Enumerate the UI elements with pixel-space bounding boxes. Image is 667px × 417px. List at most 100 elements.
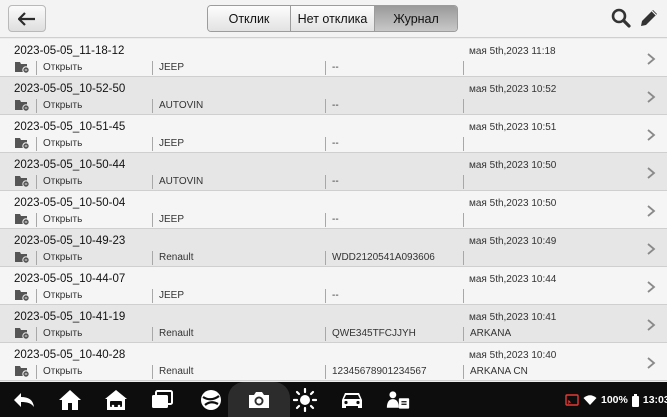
recent-apps-icon[interactable] bbox=[150, 388, 174, 412]
file-record-icon bbox=[15, 138, 30, 150]
car-home-icon[interactable] bbox=[104, 388, 128, 412]
record-title: 2023-05-05_10-41-19 bbox=[14, 311, 126, 323]
record-list: 2023-05-05_11-18-12 мая 5th,2023 11:18 О… bbox=[0, 39, 667, 382]
view-tabs: Отклик Нет отклика Журнал bbox=[207, 5, 458, 32]
file-record-icon bbox=[15, 328, 30, 340]
record-vin: QWE345TFCJJYH bbox=[325, 327, 461, 341]
file-record-icon bbox=[15, 214, 30, 226]
record-title: 2023-05-05_10-49-23 bbox=[14, 235, 126, 247]
open-link[interactable]: Открыть bbox=[36, 137, 150, 151]
open-link[interactable]: Открыть bbox=[36, 365, 150, 379]
tab-no-response[interactable]: Нет отклика bbox=[291, 6, 375, 31]
tab-response[interactable]: Отклик bbox=[208, 6, 291, 31]
cast-icon bbox=[565, 394, 579, 406]
open-link[interactable]: Открыть bbox=[36, 327, 150, 341]
record-brand: AUTOVIN bbox=[152, 175, 322, 189]
chevron-right-icon bbox=[647, 357, 656, 369]
battery-icon bbox=[631, 393, 639, 407]
record-title: 2023-05-05_10-50-04 bbox=[14, 197, 126, 209]
remote-support-icon[interactable] bbox=[386, 388, 410, 412]
record-date: мая 5th,2023 10:40 bbox=[469, 350, 557, 361]
system-navbar: 100% 13:03 bbox=[0, 382, 667, 417]
chevron-right-icon bbox=[647, 281, 656, 293]
record-model bbox=[463, 137, 623, 151]
open-link[interactable]: Открыть bbox=[36, 99, 150, 113]
list-item[interactable]: 2023-05-05_10-40-28 мая 5th,2023 10:40 О… bbox=[0, 343, 667, 381]
record-title: 2023-05-05_11-18-12 bbox=[14, 45, 125, 57]
file-record-icon bbox=[15, 290, 30, 302]
record-model bbox=[463, 289, 623, 303]
record-date: мая 5th,2023 10:44 bbox=[469, 274, 557, 285]
brightness-icon[interactable] bbox=[293, 388, 317, 412]
record-brand: Renault bbox=[152, 327, 322, 341]
vci-car-icon[interactable] bbox=[340, 388, 364, 412]
back-button[interactable] bbox=[8, 5, 46, 32]
chevron-right-icon bbox=[647, 91, 656, 103]
chevron-right-icon bbox=[647, 53, 656, 65]
file-record-icon bbox=[15, 176, 30, 188]
record-brand: JEEP bbox=[152, 61, 322, 75]
record-model bbox=[463, 213, 623, 227]
list-item[interactable]: 2023-05-05_11-18-12 мая 5th,2023 11:18 О… bbox=[0, 39, 667, 77]
record-title: 2023-05-05_10-44-07 bbox=[14, 273, 126, 285]
record-model bbox=[463, 99, 623, 113]
list-item[interactable]: 2023-05-05_10-50-44 мая 5th,2023 10:50 О… bbox=[0, 153, 667, 191]
file-record-icon bbox=[15, 62, 30, 74]
open-link[interactable]: Открыть bbox=[36, 213, 150, 227]
camera-icon[interactable] bbox=[247, 388, 271, 412]
record-title: 2023-05-05_10-50-44 bbox=[14, 159, 126, 171]
record-title: 2023-05-05_10-40-28 bbox=[14, 349, 126, 361]
record-model: ARKANA bbox=[463, 327, 623, 341]
record-date: мая 5th,2023 10:50 bbox=[469, 198, 557, 209]
chevron-right-icon bbox=[647, 319, 656, 331]
record-brand: AUTOVIN bbox=[152, 99, 322, 113]
file-record-icon bbox=[15, 100, 30, 112]
record-date: мая 5th,2023 11:18 bbox=[469, 46, 556, 57]
file-record-icon bbox=[15, 366, 30, 378]
browser-icon[interactable] bbox=[199, 388, 223, 412]
open-link[interactable]: Открыть bbox=[36, 289, 150, 303]
record-model bbox=[463, 175, 623, 189]
list-item[interactable]: 2023-05-05_10-49-23 мая 5th,2023 10:49 О… bbox=[0, 229, 667, 267]
record-date: мая 5th,2023 10:50 bbox=[469, 160, 557, 171]
record-title: 2023-05-05_10-51-45 bbox=[14, 121, 126, 133]
tab-log[interactable]: Журнал bbox=[375, 6, 457, 31]
record-vin: -- bbox=[325, 213, 461, 227]
record-vin: WDD2120541A093606 bbox=[325, 251, 461, 265]
back-arrow-icon bbox=[18, 11, 35, 26]
record-model bbox=[463, 61, 623, 75]
file-record-icon bbox=[15, 252, 30, 264]
record-date: мая 5th,2023 10:51 bbox=[469, 122, 557, 133]
search-icon[interactable] bbox=[610, 7, 632, 29]
record-vin: -- bbox=[325, 61, 461, 75]
pencil-icon[interactable] bbox=[638, 7, 660, 29]
record-brand: Renault bbox=[152, 251, 322, 265]
record-model bbox=[463, 251, 623, 265]
back-icon[interactable] bbox=[12, 388, 36, 412]
record-date: мая 5th,2023 10:49 bbox=[469, 236, 557, 247]
list-item[interactable]: 2023-05-05_10-50-04 мая 5th,2023 10:50 О… bbox=[0, 191, 667, 229]
open-link[interactable]: Открыть bbox=[36, 175, 150, 189]
record-brand: Renault bbox=[152, 365, 322, 379]
wifi-icon bbox=[583, 395, 597, 405]
list-item[interactable]: 2023-05-05_10-41-19 мая 5th,2023 10:41 О… bbox=[0, 305, 667, 343]
record-vin: -- bbox=[325, 175, 461, 189]
chevron-right-icon bbox=[647, 243, 656, 255]
battery-level: 100% bbox=[601, 394, 628, 406]
record-date: мая 5th,2023 10:52 bbox=[469, 84, 557, 95]
list-item[interactable]: 2023-05-05_10-51-45 мая 5th,2023 10:51 О… bbox=[0, 115, 667, 153]
list-item[interactable]: 2023-05-05_10-44-07 мая 5th,2023 10:44 О… bbox=[0, 267, 667, 305]
record-brand: JEEP bbox=[152, 289, 322, 303]
record-vin: -- bbox=[325, 289, 461, 303]
record-vin: -- bbox=[325, 137, 461, 151]
clock: 13:03 bbox=[642, 394, 667, 406]
chevron-right-icon bbox=[647, 205, 656, 217]
record-brand: JEEP bbox=[152, 213, 322, 227]
home-icon[interactable] bbox=[58, 388, 82, 412]
record-vin: -- bbox=[325, 99, 461, 113]
record-vin: 12345678901234567 bbox=[325, 365, 461, 379]
open-link[interactable]: Открыть bbox=[36, 61, 150, 75]
list-item[interactable]: 2023-05-05_10-52-50 мая 5th,2023 10:52 О… bbox=[0, 77, 667, 115]
open-link[interactable]: Открыть bbox=[36, 251, 150, 265]
status-area: 100% 13:03 bbox=[565, 392, 667, 408]
